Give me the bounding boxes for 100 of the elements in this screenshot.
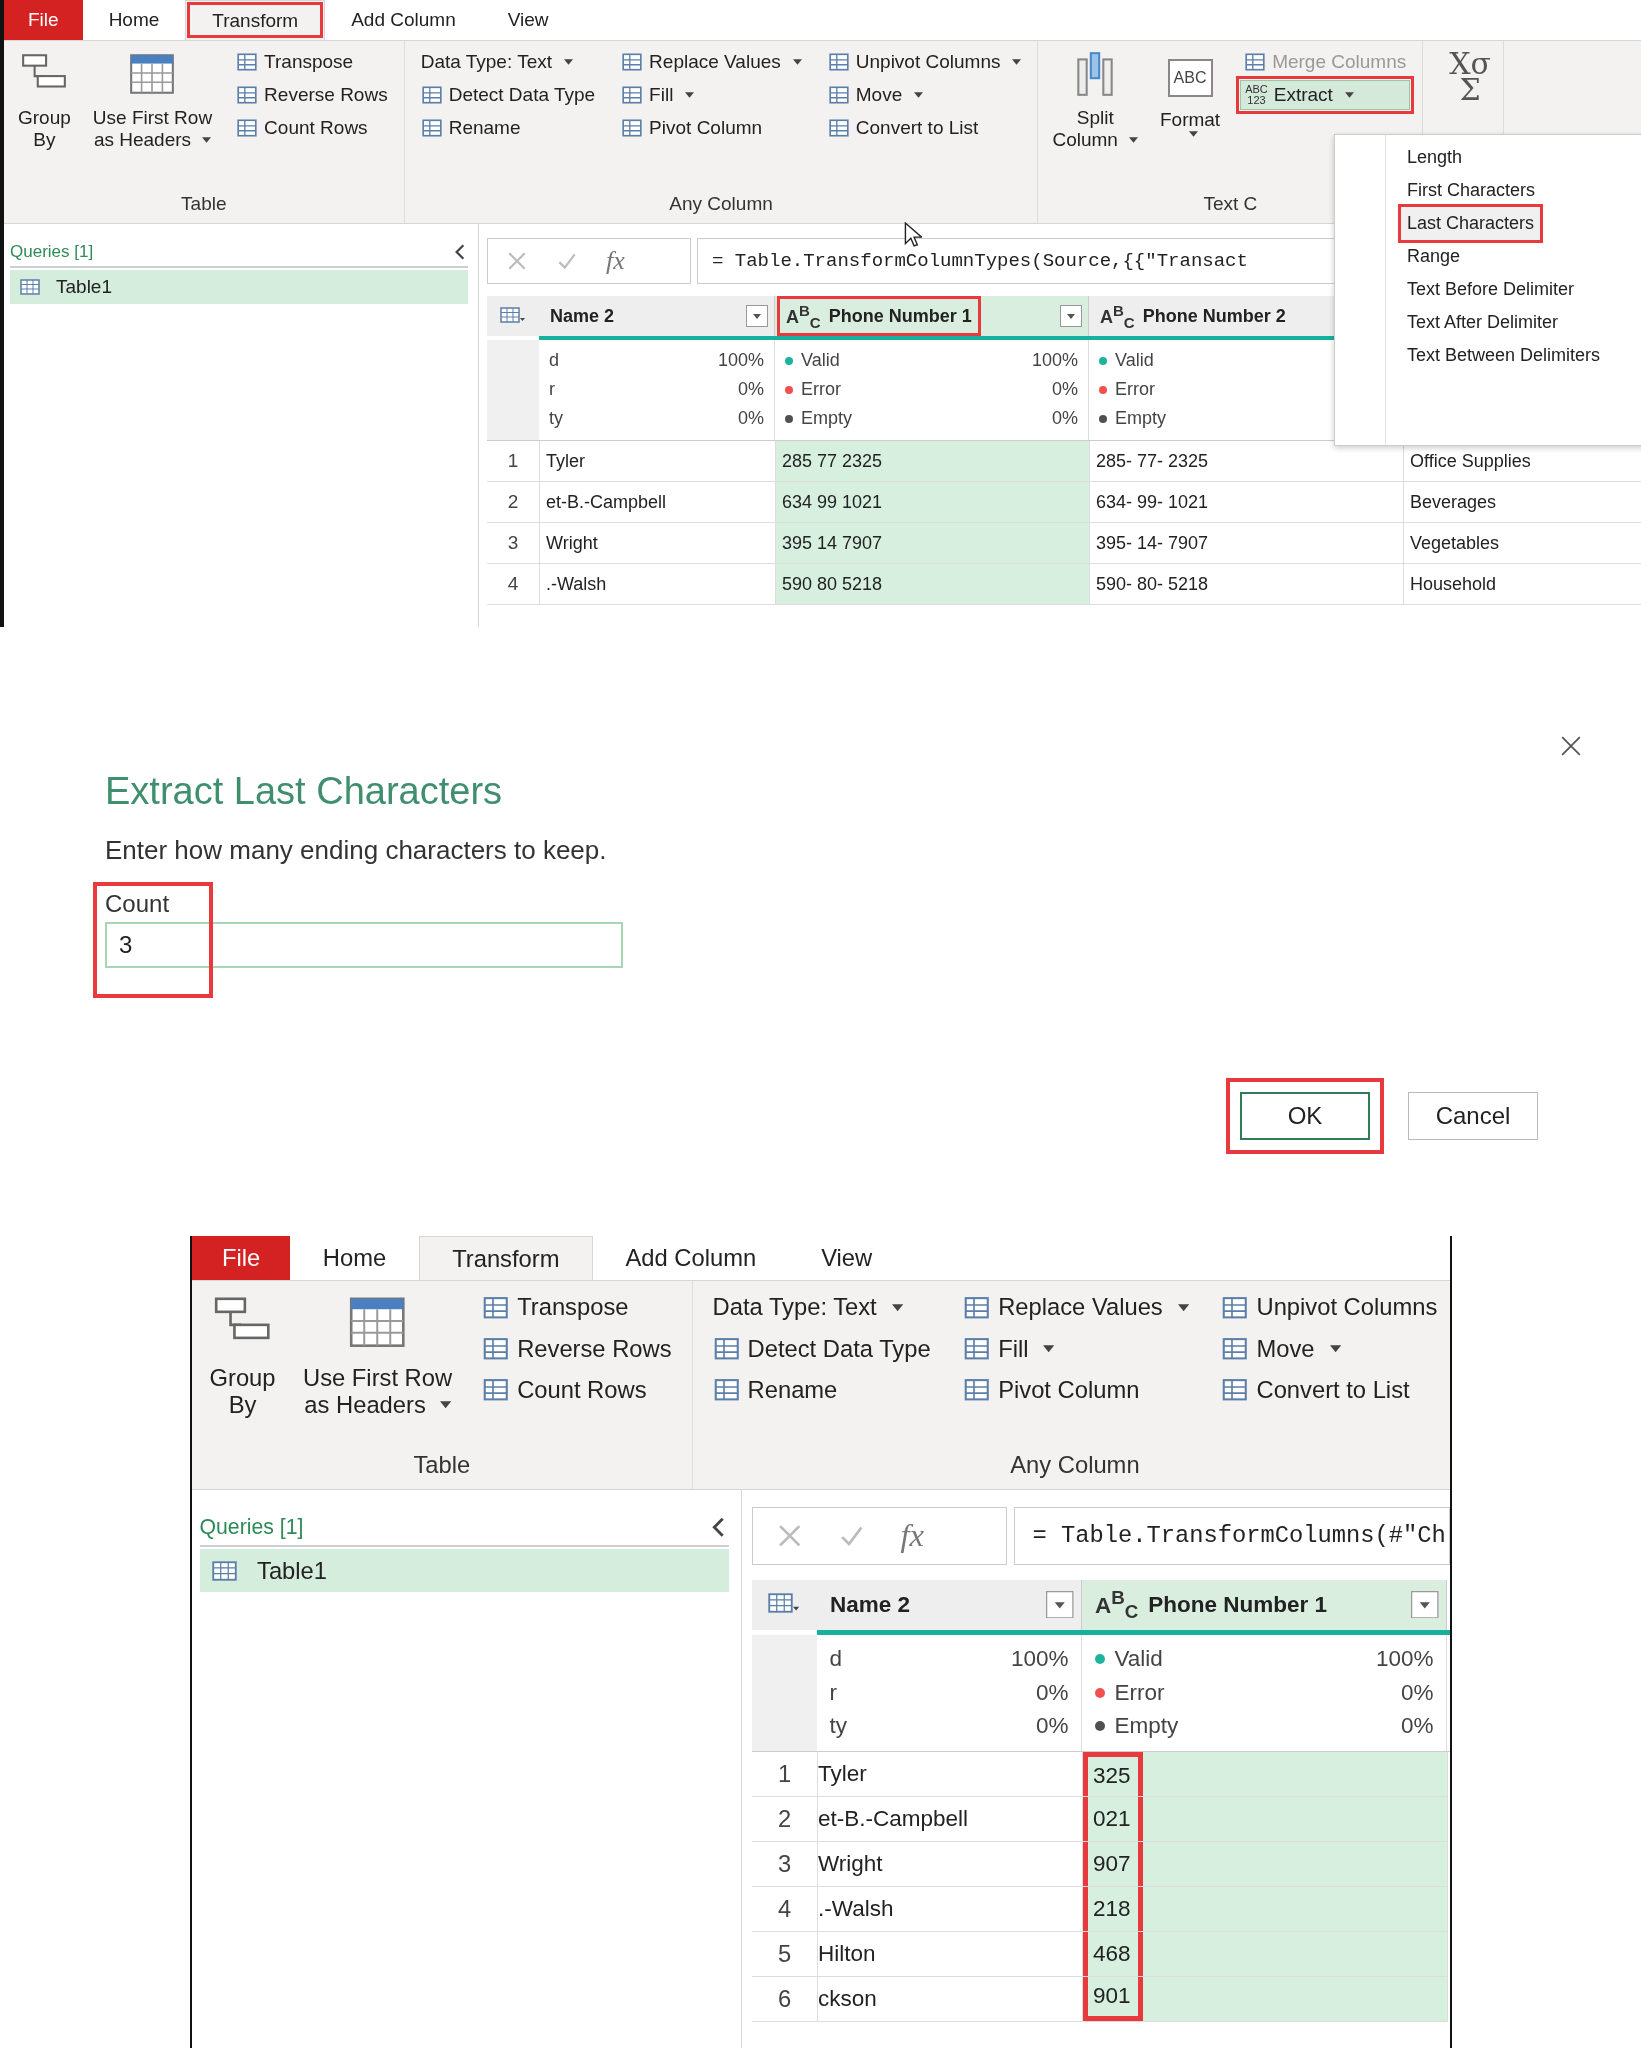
ribbon-tab[interactable]: View — [788, 1236, 905, 1280]
menu-item[interactable]: Text After Delimiter — [1401, 306, 1565, 339]
statistics-icon[interactable]: Xσ Σ — [1449, 51, 1492, 103]
count-field[interactable]: 3 — [105, 922, 623, 968]
ribbon-tab[interactable]: Home — [82, 0, 186, 40]
ribbon-button[interactable]: Reverse Rows — [232, 80, 392, 110]
column-name: Name 2 — [550, 305, 615, 327]
grid-icon — [236, 84, 259, 106]
ribbon-button[interactable]: Replace Values — [958, 1288, 1194, 1326]
ribbon-button[interactable]: Use First Row as Headers — [300, 1288, 455, 1421]
table-cell: 901 — [1083, 1976, 1448, 2022]
ribbon-button[interactable]: Transpose — [232, 47, 392, 77]
row-number: 6 — [752, 1976, 818, 2022]
table-cell: 468 — [1083, 1931, 1448, 1977]
group-label: Any Column — [668, 193, 774, 216]
ribbon-tab[interactable]: File — [192, 1236, 291, 1280]
query-item[interactable]: Table1 — [199, 1549, 729, 1592]
ribbon-tab[interactable]: Transform — [185, 0, 326, 40]
quality-value: 100% — [717, 350, 764, 371]
chevron-left-icon[interactable] — [454, 243, 466, 261]
ribbon-button[interactable]: Pivot Column — [958, 1371, 1194, 1409]
quality-value: 100% — [1375, 1645, 1434, 1672]
cancel-button[interactable]: Cancel — [1408, 1092, 1538, 1140]
ribbon-button[interactable]: Group By — [207, 1288, 278, 1421]
grid-icon — [621, 117, 644, 139]
format-icon: ABC — [1167, 59, 1213, 97]
query-item[interactable]: Table1 — [10, 270, 468, 304]
extract-icon: ABC 123 — [1245, 84, 1268, 106]
caret-icon — [439, 1401, 451, 1409]
filter-dropdown-icon[interactable] — [746, 305, 768, 327]
filter-dropdown-icon[interactable] — [1411, 1590, 1439, 1619]
ribbon-button[interactable]: Split Column — [1050, 47, 1140, 153]
quality-label: Valid — [1114, 1645, 1164, 1672]
ok-button[interactable]: OK — [1240, 1092, 1370, 1140]
quality-value: 0% — [1400, 1713, 1434, 1740]
ribbon-button[interactable]: Use First Row as Headers — [90, 47, 215, 153]
menu-item[interactable]: Range — [1401, 240, 1467, 273]
ribbon-tab[interactable]: File — [4, 0, 83, 40]
ribbon-button[interactable]: Group By — [16, 47, 73, 153]
ribbon-button[interactable]: ABC Format — [1157, 47, 1223, 139]
quality-label: Error — [1115, 379, 1156, 400]
ribbon-tab[interactable]: View — [481, 0, 575, 40]
ribbon-button[interactable]: Rename — [707, 1371, 936, 1409]
ribbon-button[interactable]: Unpivot Columns — [823, 47, 1026, 77]
ribbon-button[interactable]: Fill — [617, 80, 806, 110]
grid-icon — [827, 84, 850, 106]
caret-icon — [1128, 137, 1138, 143]
formula-field[interactable]: = Table.TransformColumns(#"Ch — [1014, 1507, 1450, 1565]
table-cell: 907 — [1083, 1841, 1448, 1887]
menu-item[interactable]: First Characters — [1401, 174, 1542, 207]
ribbon-button[interactable]: Data Type: Text — [707, 1288, 936, 1326]
ribbon-button[interactable]: Convert to List — [823, 113, 1026, 143]
quality-label: ty — [829, 1713, 848, 1740]
ribbon-button[interactable]: Reverse Rows — [477, 1329, 677, 1368]
column-header[interactable]: A$^{B}$$_{C}$ Phone Number 1 — [777, 295, 981, 337]
ribbon-button[interactable]: Detect Data Type — [416, 80, 600, 110]
group-label: Any Column — [1009, 1450, 1141, 1480]
ribbon-button[interactable]: Count Rows — [232, 113, 392, 143]
quality-value: 0% — [738, 379, 764, 400]
grid-icon — [1244, 51, 1267, 73]
ribbon-button[interactable]: Data Type: Text — [416, 47, 600, 77]
ribbon-button[interactable]: Count Rows — [477, 1371, 677, 1409]
queries-heading: Queries [1] — [10, 242, 94, 262]
quality-value: 0% — [1400, 1679, 1434, 1706]
field-label: Count — [105, 890, 171, 918]
column-name: Phone Number 2 — [1142, 305, 1286, 327]
ribbon-button[interactable]: Pivot Column — [617, 113, 806, 143]
table-menu-icon[interactable] — [768, 1593, 801, 1616]
quality-label: r — [829, 1679, 838, 1706]
fx-button[interactable]: fx — [900, 1517, 924, 1555]
ribbon-button[interactable]: Fill — [958, 1329, 1194, 1368]
table-cell: 218 — [1083, 1886, 1448, 1932]
ribbon-button[interactable]: Convert to List — [1216, 1371, 1443, 1409]
table-cell: 325 — [1083, 1751, 1448, 1797]
filter-dropdown-icon[interactable] — [1046, 1590, 1074, 1619]
fx-button[interactable]: fx — [606, 246, 625, 276]
ribbon-tab[interactable]: Add Column — [325, 0, 482, 40]
chevron-left-icon[interactable] — [711, 1515, 726, 1539]
menu-item[interactable]: Last Characters — [1401, 207, 1541, 240]
ribbon-button[interactable]: Transpose — [477, 1288, 677, 1326]
menu-item[interactable]: Length — [1401, 141, 1469, 174]
menu-item[interactable]: Text Between Delimiters — [1401, 339, 1607, 372]
ribbon-button[interactable]: Move — [1216, 1329, 1443, 1368]
table-menu-icon[interactable] — [500, 307, 526, 325]
ribbon-tab[interactable]: Home — [290, 1236, 419, 1280]
ribbon-button[interactable]: Detect Data Type — [707, 1329, 936, 1368]
ribbon-tab[interactable]: Add Column — [592, 1236, 789, 1280]
ribbon-button[interactable]: Unpivot Columns — [1216, 1288, 1443, 1326]
filter-dropdown-icon[interactable] — [1060, 305, 1082, 327]
close-icon[interactable] — [1560, 735, 1582, 757]
quality-label: Error — [1114, 1679, 1166, 1706]
ribbon-tab[interactable]: Transform — [418, 1236, 593, 1280]
row-number: 2 — [487, 482, 540, 523]
row-number: 3 — [752, 1841, 818, 1887]
ribbon-button[interactable]: Move — [823, 80, 1026, 110]
row-number: 1 — [752, 1751, 818, 1797]
ribbon-button[interactable]: Rename — [416, 113, 600, 143]
quality-value: 0% — [1052, 408, 1078, 429]
grid-icon — [236, 117, 259, 139]
ribbon-button[interactable]: Replace Values — [617, 47, 806, 77]
